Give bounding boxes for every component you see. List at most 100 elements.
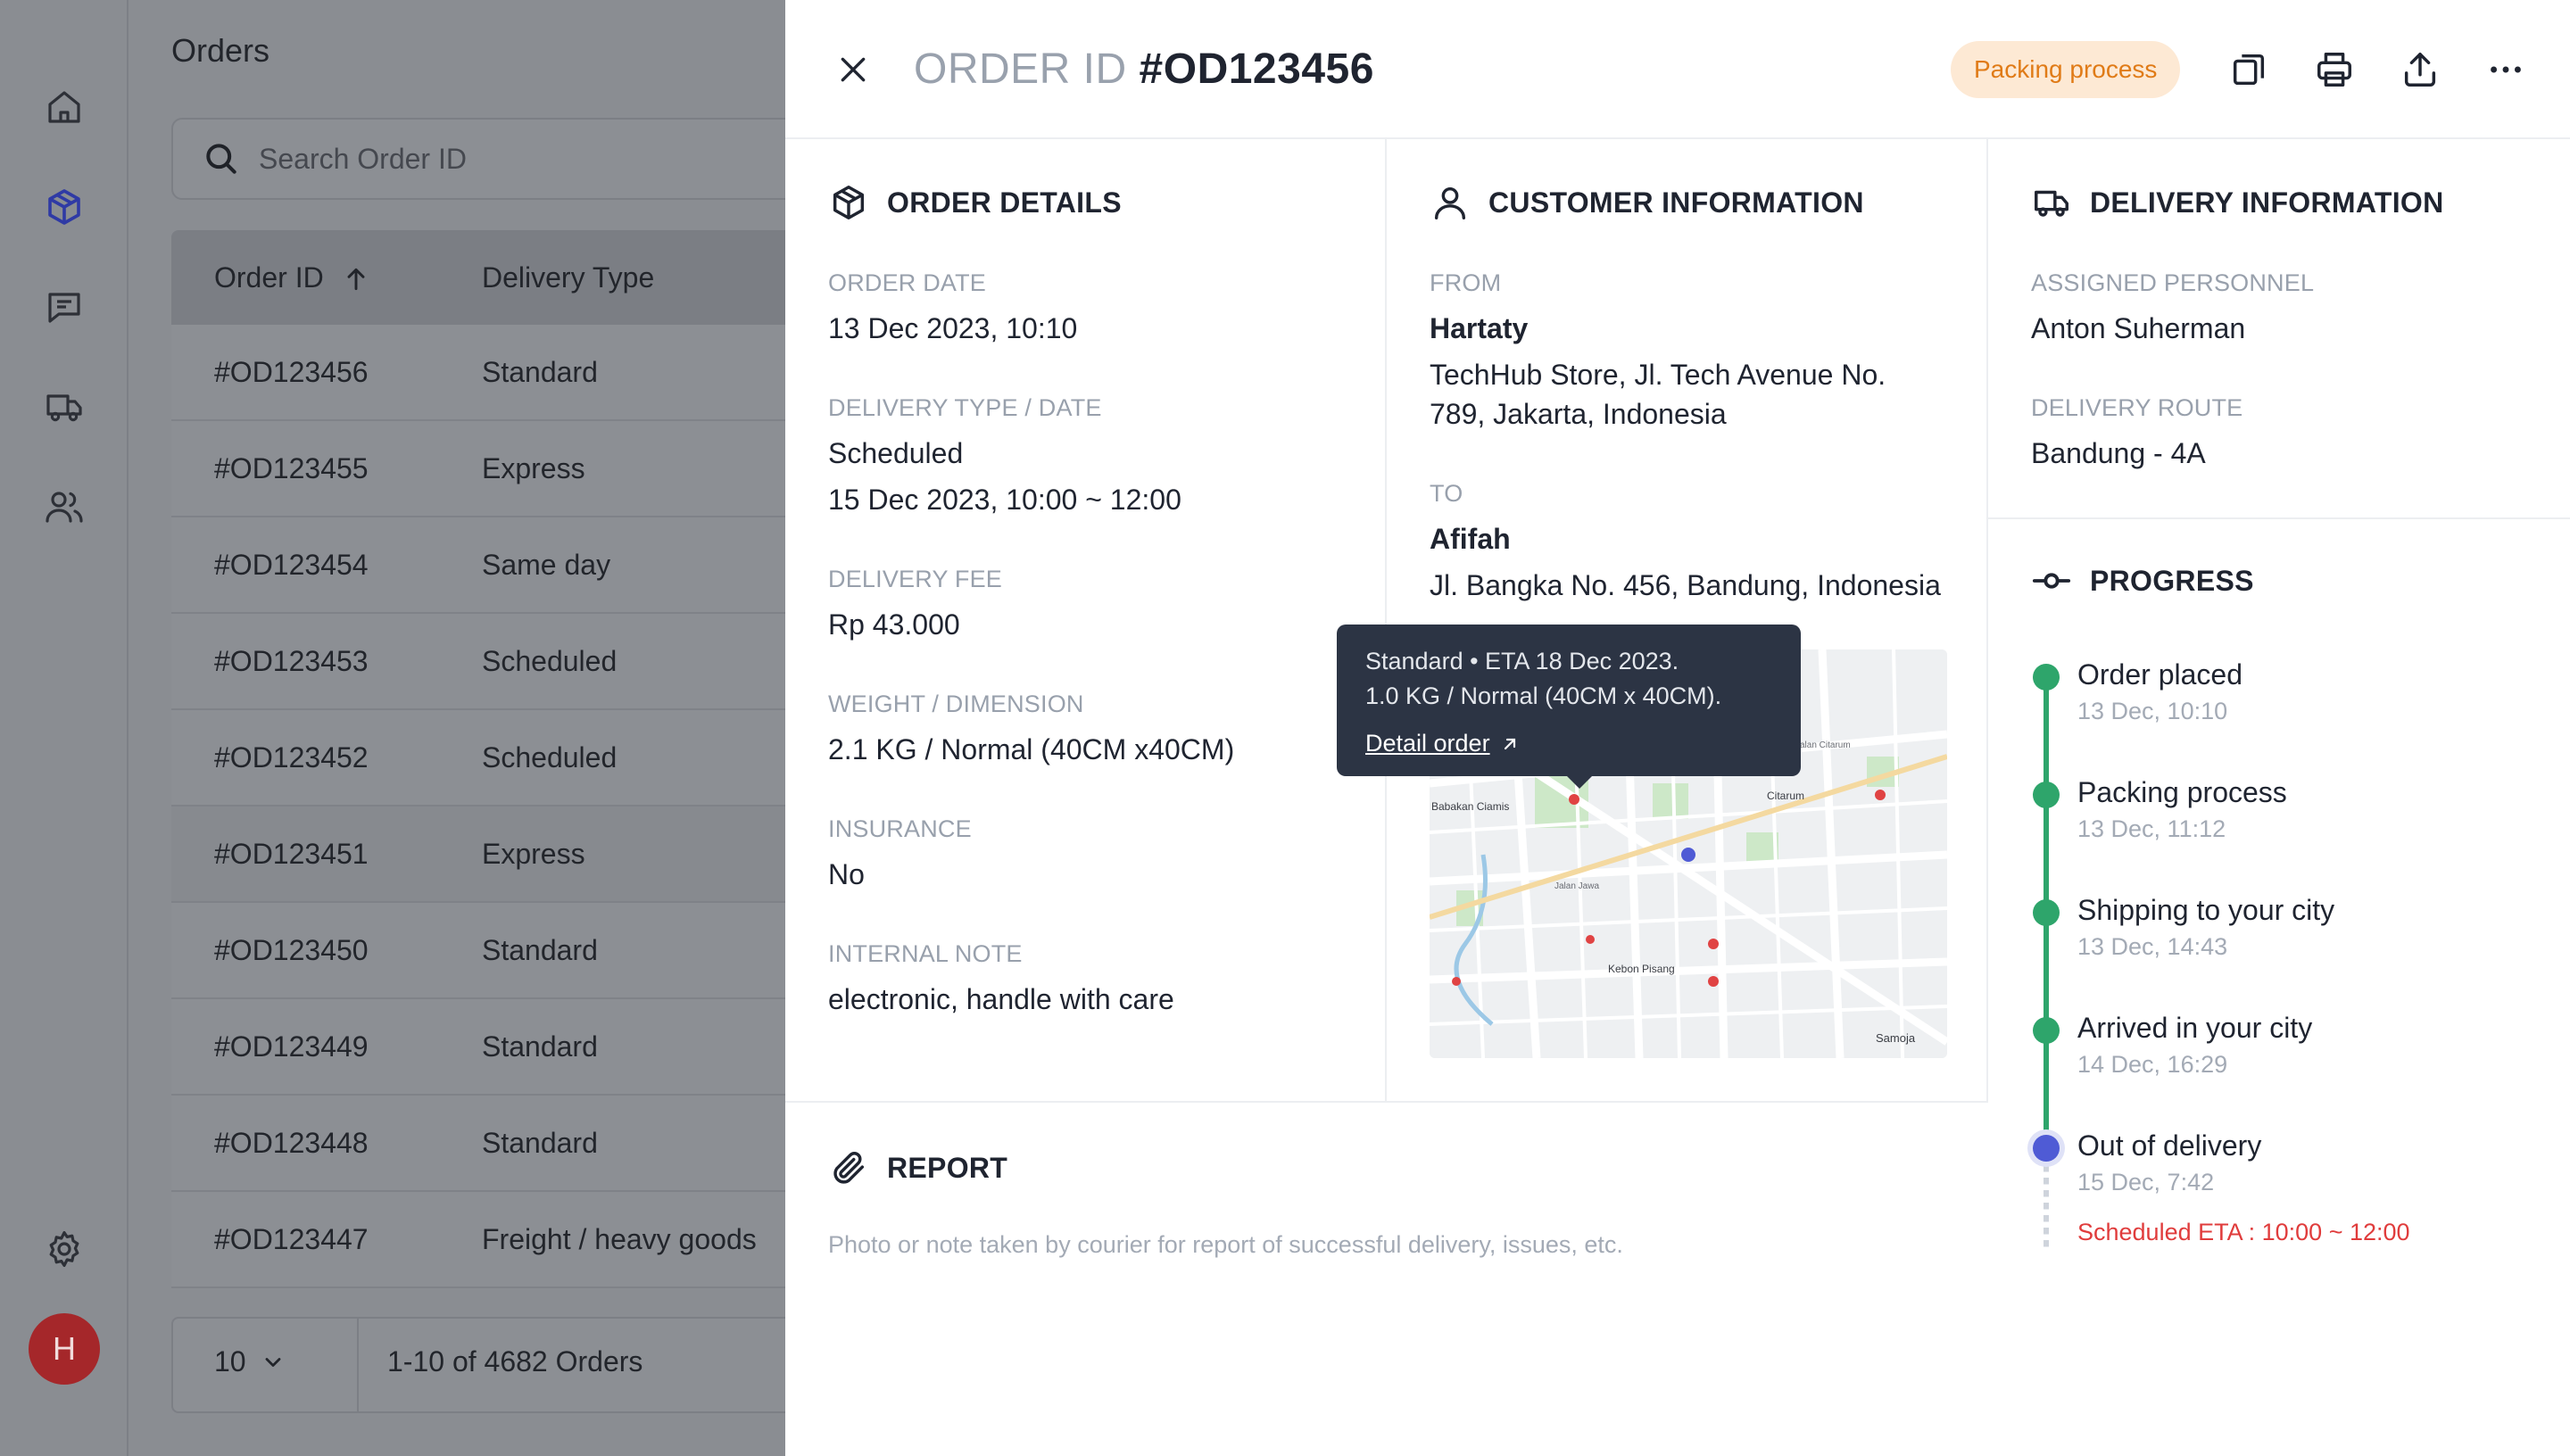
delivery-type-cell: Standard bbox=[482, 1030, 598, 1063]
from-label: FROM bbox=[1430, 269, 1502, 296]
note-value: electronic, handle with care bbox=[828, 983, 1174, 1015]
nav-home[interactable] bbox=[36, 79, 93, 136]
order-id-cell: #OD123454 bbox=[214, 548, 369, 581]
header-order-id-label: Order ID bbox=[214, 261, 324, 294]
detail-order-link-text: Detail order bbox=[1365, 730, 1490, 757]
table-row[interactable]: #OD123454 Same day bbox=[171, 517, 796, 614]
table-row[interactable]: #OD123455 Express bbox=[171, 421, 796, 517]
table-row[interactable]: #OD123453 Scheduled bbox=[171, 614, 796, 710]
from-address-line2: 789, Jakarta, Indonesia bbox=[1430, 398, 1727, 430]
order-details-title-text: ORDER DETAILS bbox=[887, 186, 1122, 219]
page-size-select[interactable]: 10 bbox=[214, 1345, 286, 1378]
more-icon bbox=[2491, 66, 2521, 73]
report-title: REPORT bbox=[828, 1147, 1007, 1188]
table-row[interactable]: #OD123449 Standard bbox=[171, 999, 796, 1096]
print-button[interactable] bbox=[2309, 45, 2359, 95]
table-row[interactable]: #OD123451 Express bbox=[171, 807, 796, 903]
copy-button[interactable] bbox=[2224, 45, 2274, 95]
external-link-icon bbox=[1504, 738, 1515, 749]
delivery-section: DELIVERY INFORMATION ASSIGNED PERSONNEL … bbox=[1988, 139, 2570, 1456]
report-placeholder[interactable]: Photo or note taken by courier for repor… bbox=[828, 1231, 1623, 1259]
nav-orders[interactable] bbox=[36, 178, 93, 236]
insurance-value: No bbox=[828, 858, 865, 890]
map-label-c: Kebon Pisang bbox=[1608, 963, 1675, 975]
map-label-e: Jalan Jawa bbox=[1554, 881, 1599, 891]
customer-section: CUSTOMER INFORMATION FROM Hartaty TechHu… bbox=[1337, 139, 1988, 1103]
close-button[interactable] bbox=[828, 45, 878, 95]
header-order-id[interactable]: Order ID bbox=[214, 261, 370, 294]
nav-delivery[interactable] bbox=[36, 378, 93, 435]
delivery-type-cell: Standard bbox=[482, 1126, 598, 1159]
chat-icon bbox=[48, 293, 80, 323]
map-tooltip: Standard • ETA 18 Dec 2023. 1.0 KG / Nor… bbox=[1337, 625, 1801, 789]
progress-step-title: Packing process bbox=[2077, 776, 2287, 808]
delivery-type-cell: Same day bbox=[482, 548, 611, 581]
to-label: TO bbox=[1430, 480, 1463, 507]
delivery-type-label: DELIVERY TYPE / DATE bbox=[828, 394, 1102, 421]
progress-pending-line bbox=[2044, 1165, 2049, 1247]
more-button[interactable] bbox=[2481, 45, 2531, 95]
detail-order-link[interactable]: Detail order bbox=[1365, 730, 1772, 757]
order-id-cell: #OD123456 bbox=[214, 355, 369, 388]
user-icon bbox=[1434, 186, 1466, 219]
arrow-up-icon bbox=[347, 268, 365, 291]
search-icon bbox=[206, 144, 236, 174]
customer-title: CUSTOMER INFORMATION bbox=[1430, 182, 1864, 223]
progress-dot bbox=[2033, 1017, 2060, 1044]
order-title: ORDER ID #OD123456 bbox=[914, 45, 1374, 94]
table-row[interactable]: #OD123450 Standard bbox=[171, 903, 796, 999]
table-row[interactable]: #OD123456 Standard bbox=[171, 325, 796, 421]
close-icon bbox=[841, 57, 866, 82]
progress-step-time: 14 Dec, 16:29 bbox=[2077, 1051, 2228, 1078]
sidebar: H bbox=[0, 0, 128, 1456]
order-id-cell: #OD123447 bbox=[214, 1222, 369, 1255]
progress-dot bbox=[2033, 664, 2060, 691]
page-size-value: 10 bbox=[214, 1345, 246, 1377]
delivery-type-cell: Express bbox=[482, 837, 585, 870]
weight-label: WEIGHT / DIMENSION bbox=[828, 691, 1084, 717]
order-drawer: ORDER ID #OD123456 Packing process ORDER… bbox=[785, 0, 2570, 1456]
table-row[interactable]: #OD123447 Freight / heavy goods bbox=[171, 1192, 796, 1288]
order-details-section: ORDER DETAILS ORDER DATE 13 Dec 2023, 10… bbox=[785, 139, 1387, 1103]
nav-users[interactable] bbox=[36, 478, 93, 535]
order-title-label: ORDER ID bbox=[914, 46, 1127, 93]
delivery-fee-label: DELIVERY FEE bbox=[828, 566, 1002, 592]
progress-step-title: Out of delivery bbox=[2077, 1129, 2262, 1162]
paperclip-icon bbox=[833, 1152, 865, 1184]
order-id-cell: #OD123451 bbox=[214, 837, 369, 870]
customer-title-text: CUSTOMER INFORMATION bbox=[1488, 186, 1864, 219]
nav-messages[interactable] bbox=[36, 278, 93, 335]
avatar[interactable]: H bbox=[29, 1313, 100, 1385]
nav-settings[interactable] bbox=[36, 1220, 93, 1278]
share-button[interactable] bbox=[2395, 45, 2445, 95]
header-delivery-type[interactable]: Delivery Type bbox=[482, 261, 654, 294]
tooltip-arrow bbox=[1565, 774, 1594, 789]
delivery-type-cell: Standard bbox=[482, 355, 598, 388]
map-label-b: Citarum bbox=[1767, 790, 1804, 802]
progress-dot bbox=[2033, 899, 2060, 926]
table-row[interactable]: #OD123452 Scheduled bbox=[171, 710, 796, 807]
order-id-cell: #OD123449 bbox=[214, 1030, 369, 1063]
delivery-type-cell: Freight / heavy goods bbox=[482, 1222, 757, 1255]
map-label-f: Jalan Citarum bbox=[1795, 740, 1851, 750]
progress-eta: Scheduled ETA : 10:00 ~ 12:00 bbox=[2077, 1219, 2410, 1245]
tooltip-line2: 1.0 KG / Normal (40CM x 40CM). bbox=[1365, 682, 1722, 710]
home-icon bbox=[48, 91, 80, 123]
upload-icon bbox=[2404, 53, 2436, 87]
table-row[interactable]: #OD123448 Standard bbox=[171, 1096, 796, 1192]
note-label: INTERNAL NOTE bbox=[828, 940, 1023, 967]
pager-count: 1-10 of 4682 Orders bbox=[387, 1345, 643, 1377]
table-header: Order ID Delivery Type bbox=[171, 230, 796, 325]
chevron-down-icon bbox=[265, 1357, 280, 1367]
to-name: Afifah bbox=[1430, 523, 1511, 555]
from-address-line1: TechHub Store, Jl. Tech Avenue No. bbox=[1430, 359, 1886, 391]
order-id-cell: #OD123452 bbox=[214, 740, 369, 774]
search-input[interactable] bbox=[259, 142, 705, 176]
commit-icon bbox=[2032, 573, 2071, 589]
delivery-type-cell: Standard bbox=[482, 933, 598, 966]
progress-dot-current bbox=[2033, 1135, 2060, 1162]
orders-table: Order ID Delivery Type #OD123456 Standard… bbox=[171, 230, 796, 1288]
search-box[interactable] bbox=[171, 118, 796, 200]
progress-step-title: Order placed bbox=[2077, 658, 2243, 691]
order-date-value: 13 Dec 2023, 10:10 bbox=[828, 312, 1078, 344]
